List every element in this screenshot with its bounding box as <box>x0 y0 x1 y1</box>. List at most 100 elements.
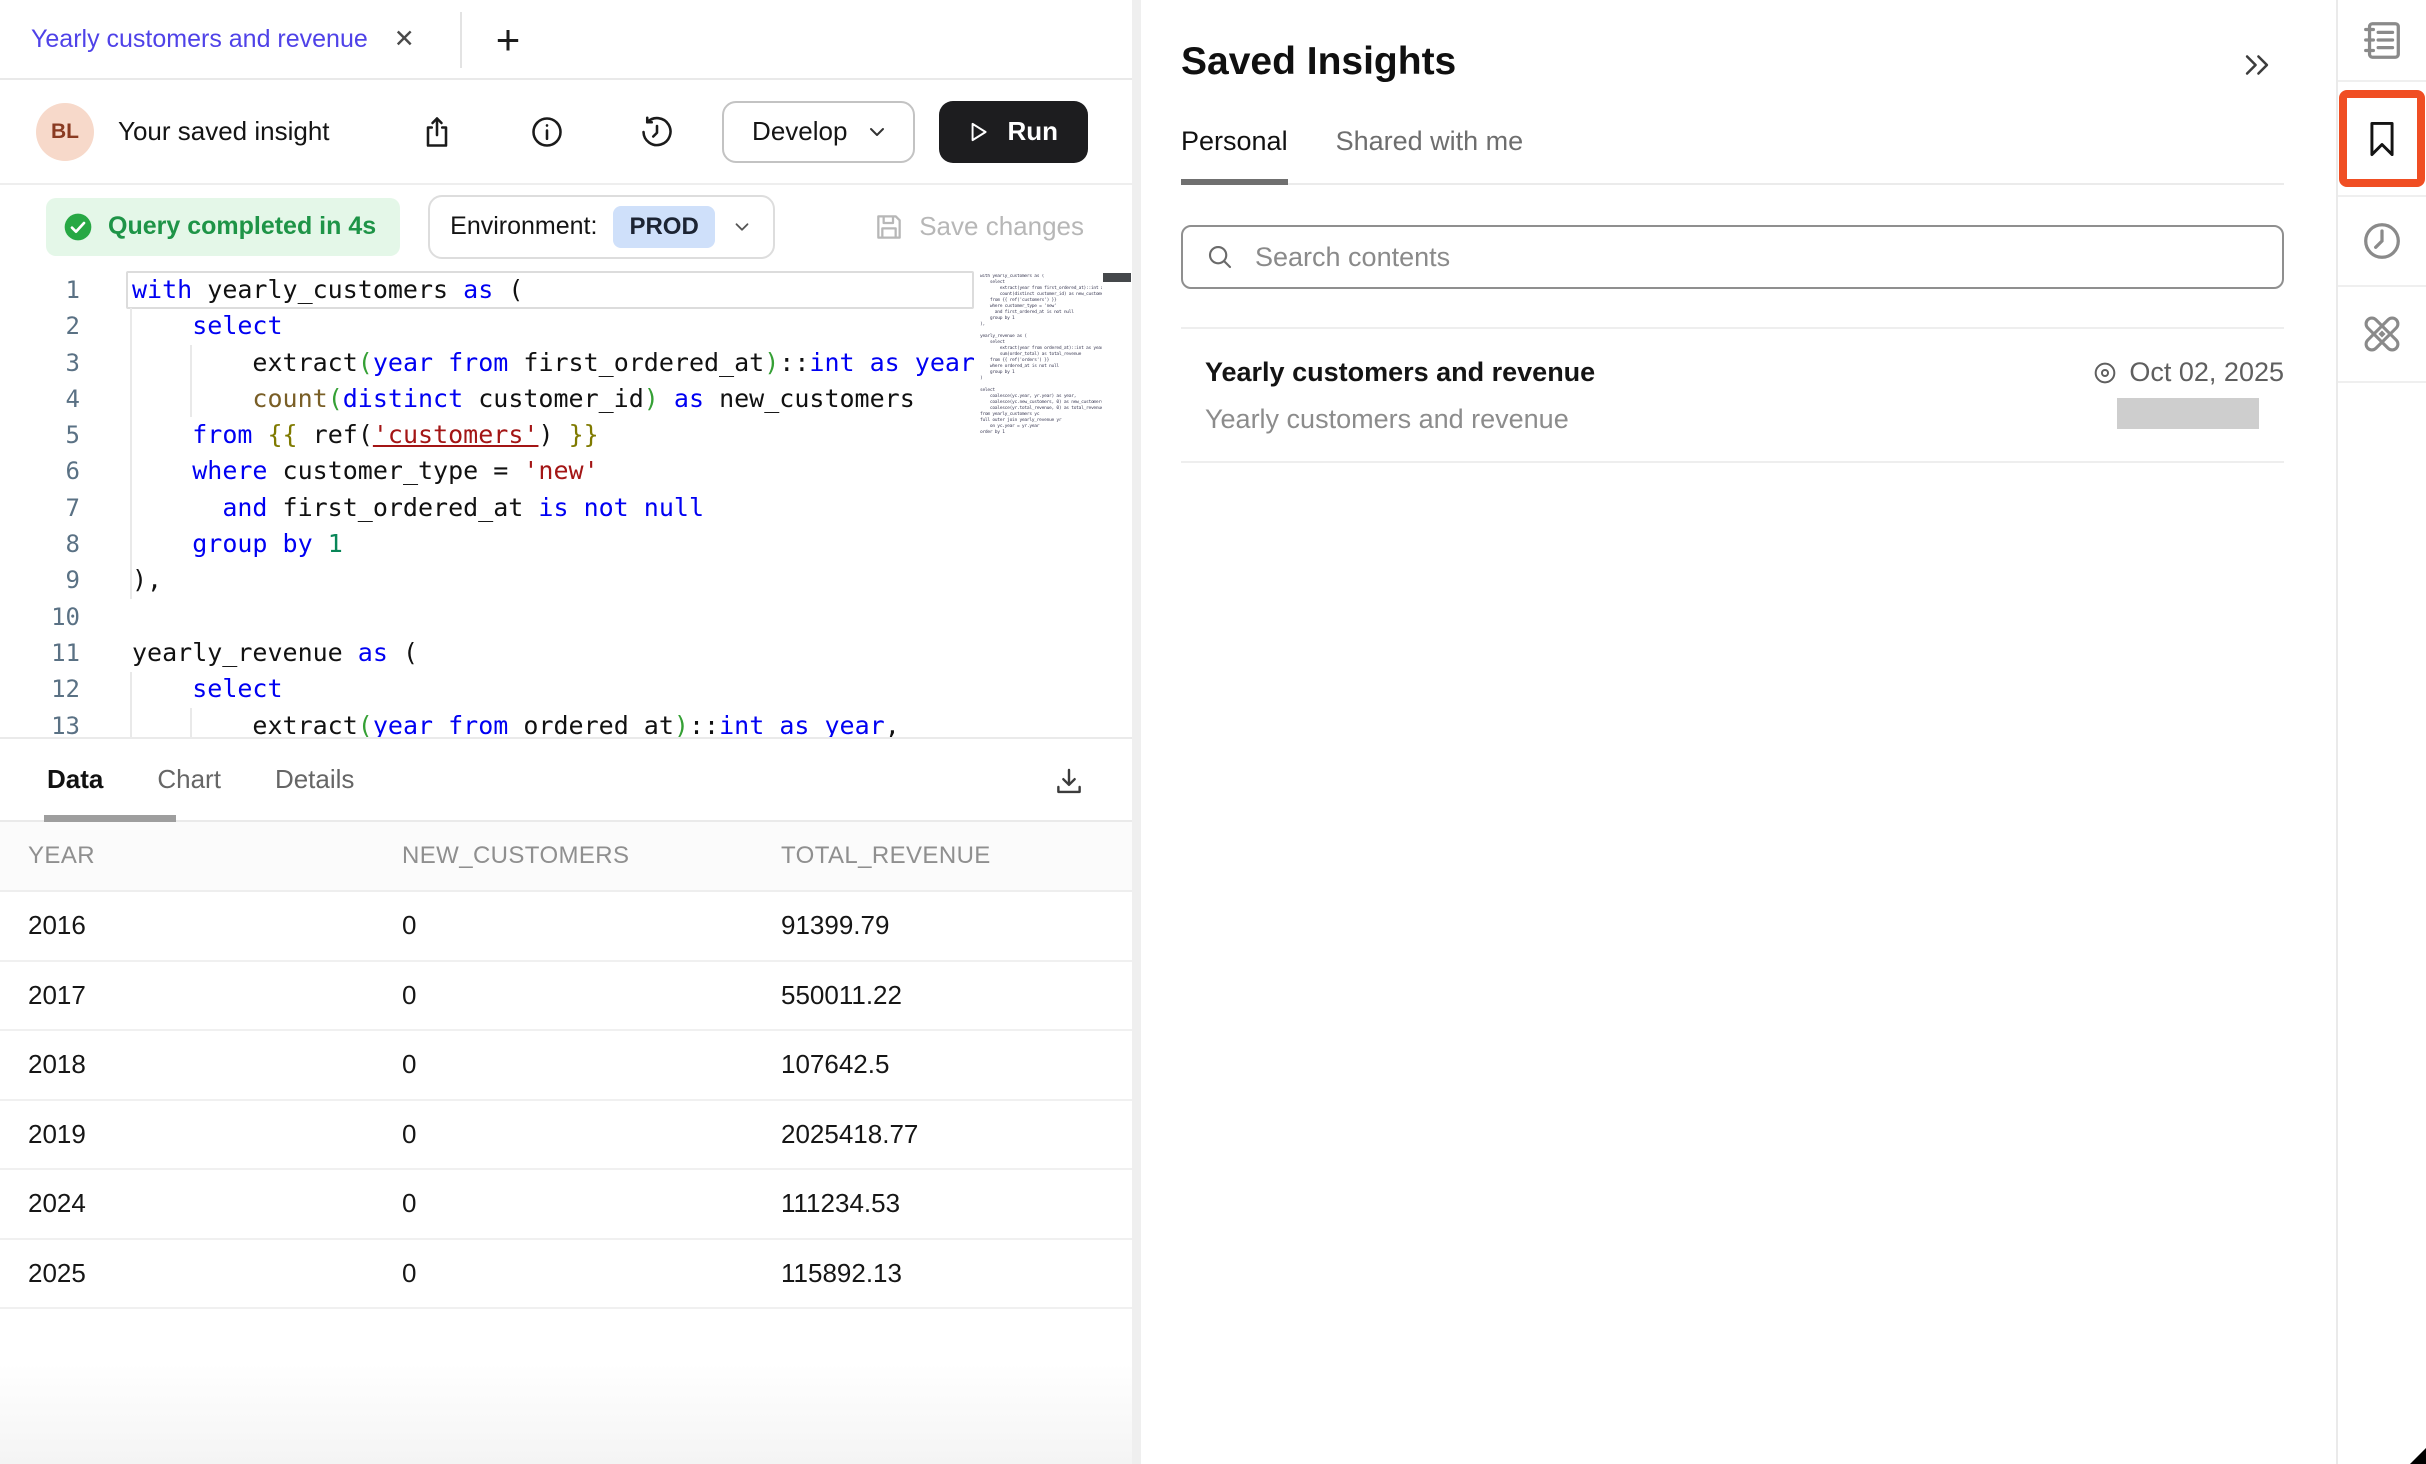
insights-tab-shared-with-me[interactable]: Shared with me <box>1336 126 1524 185</box>
download-button[interactable] <box>1052 765 1086 799</box>
editor-scrollbar[interactable] <box>1102 268 1132 737</box>
insight-subtitle: Yearly customers and revenue <box>1205 404 2091 435</box>
insights-list: Yearly customers and revenueYearly custo… <box>1181 327 2284 463</box>
code-text: yearly_revenue as ( <box>80 635 418 671</box>
table-cell: 550011.22 <box>753 980 1132 1011</box>
code-line[interactable]: 13 extract(year from ordered_at)::int as… <box>0 708 1132 737</box>
insight-list-item[interactable]: Yearly customers and revenueYearly custo… <box>1181 329 2284 463</box>
table-row: 2016091399.79 <box>0 892 1132 962</box>
line-number: 2 <box>0 308 80 344</box>
table-header-row: YEARNEW_CUSTOMERSTOTAL_REVENUE <box>0 822 1132 892</box>
search-input[interactable] <box>1255 242 2260 273</box>
code-line[interactable]: 7 and first_ordered_at is not null <box>0 490 1132 526</box>
environment-selector[interactable]: Environment: PROD <box>428 195 775 259</box>
results-data-table: YEARNEW_CUSTOMERSTOTAL_REVENUE 201609139… <box>0 822 1132 1309</box>
code-line[interactable]: 9), <box>0 562 1132 598</box>
table-cell: 0 <box>374 1119 753 1150</box>
window-resize-corner[interactable] <box>2410 1448 2426 1464</box>
code-line[interactable]: 4 count(distinct customer_id) as new_cus… <box>0 381 1132 417</box>
line-number: 13 <box>0 708 80 737</box>
table-cell: 0 <box>374 980 753 1011</box>
sql-code-editor[interactable]: 1with yearly_customers as (2 select3 ext… <box>0 268 1132 737</box>
active-sidebar-highlight <box>2339 90 2425 187</box>
table-cell: 0 <box>374 910 753 941</box>
editor-tab-bar: Yearly customers and revenue ✕ + <box>0 0 1132 80</box>
app-window: Yearly customers and revenue ✕ + BL Your… <box>0 0 2426 1464</box>
line-number: 8 <box>0 526 80 562</box>
sidebar-item-catalog[interactable] <box>2338 0 2426 82</box>
run-label: Run <box>1007 116 1058 147</box>
collapse-panel-button[interactable] <box>2240 48 2276 84</box>
line-number: 12 <box>0 671 80 707</box>
code-line[interactable]: 12 select <box>0 671 1132 707</box>
tab-close-icon[interactable]: ✕ <box>394 24 415 54</box>
play-icon <box>965 119 991 145</box>
new-tab-button[interactable]: + <box>482 0 534 80</box>
share-icon <box>419 114 455 150</box>
line-number: 6 <box>0 453 80 489</box>
develop-dropdown[interactable]: Develop <box>722 101 915 163</box>
code-line[interactable]: 10 <box>0 599 1132 635</box>
sidebar-item-dbt[interactable] <box>2338 287 2426 383</box>
code-line[interactable]: 1with yearly_customers as ( <box>0 272 1132 308</box>
active-tab-underline <box>44 815 176 822</box>
table-cell: 2018 <box>0 1049 374 1080</box>
avatar: BL <box>36 103 94 161</box>
save-changes-button[interactable]: Save changes <box>873 211 1084 243</box>
search-box[interactable] <box>1181 225 2284 289</box>
check-circle-icon <box>62 211 94 243</box>
code-line[interactable]: 5 from {{ ref('customers') }} <box>0 417 1132 453</box>
code-line[interactable]: 6 where customer_type = 'new' <box>0 453 1132 489</box>
table-row: 20170550011.22 <box>0 962 1132 1032</box>
save-icon <box>873 211 905 243</box>
code-text <box>80 599 132 635</box>
clock-icon <box>2359 218 2405 264</box>
code-text: and first_ordered_at is not null <box>80 490 704 526</box>
redacted-placeholder-bar <box>2117 398 2259 429</box>
code-text: select <box>80 671 283 707</box>
table-row: 201902025418.77 <box>0 1101 1132 1171</box>
sidebar-item-saved-insights[interactable] <box>2338 82 2426 197</box>
tab-yearly-customers-and-revenue[interactable]: Yearly customers and revenue ✕ <box>0 0 415 78</box>
share-button[interactable] <box>418 113 456 151</box>
results-tab-chart[interactable]: Chart <box>157 764 221 795</box>
code-text: where customer_type = 'new' <box>80 453 599 489</box>
line-number: 3 <box>0 345 80 381</box>
line-number: 10 <box>0 599 80 635</box>
sidebar-item-history[interactable] <box>2338 197 2426 287</box>
table-cell: 2019 <box>0 1119 374 1150</box>
line-number: 5 <box>0 417 80 453</box>
table-cell: 2025418.77 <box>753 1119 1132 1150</box>
code-line[interactable]: 8 group by 1 <box>0 526 1132 562</box>
results-tab-details[interactable]: Details <box>275 764 354 795</box>
insight-toolbar: BL Your saved insight Develop Run <box>0 80 1132 185</box>
table-cell: 115892.13 <box>753 1258 1132 1289</box>
line-number: 7 <box>0 490 80 526</box>
code-text: ), <box>80 562 162 598</box>
code-line[interactable]: 3 extract(year from first_ordered_at)::i… <box>0 345 1132 381</box>
minimap[interactable]: with yearly_customers as ( select extrac… <box>980 274 1102 714</box>
code-text: from {{ ref('customers') }} <box>80 417 599 453</box>
tab-divider <box>460 12 462 68</box>
right-icon-sidebar <box>2336 0 2426 1464</box>
code-text: group by 1 <box>80 526 343 562</box>
line-number: 11 <box>0 635 80 671</box>
chevron-down-icon <box>731 216 753 238</box>
tab-title: Yearly customers and revenue <box>31 25 368 54</box>
insights-tab-personal[interactable]: Personal <box>1181 126 1288 185</box>
table-cell: 0 <box>374 1258 753 1289</box>
results-tab-data[interactable]: Data <box>47 764 103 795</box>
panel-resize-divider[interactable] <box>1132 0 1141 1464</box>
history-button[interactable] <box>638 113 676 151</box>
table-cell: 2016 <box>0 910 374 941</box>
table-cell: 111234.53 <box>753 1188 1132 1219</box>
run-button[interactable]: Run <box>939 101 1088 163</box>
code-line[interactable]: 2 select <box>0 308 1132 344</box>
save-changes-label: Save changes <box>919 211 1084 242</box>
code-text: extract(year from ordered_at)::int as ye… <box>80 708 900 737</box>
info-button[interactable] <box>528 113 566 151</box>
code-line[interactable]: 11yearly_revenue as ( <box>0 635 1132 671</box>
table-cell: 2017 <box>0 980 374 1011</box>
editor-scrollbar-thumb[interactable] <box>1103 273 1131 282</box>
saved-insights-tabs: Personal Shared with me <box>1181 126 2284 185</box>
